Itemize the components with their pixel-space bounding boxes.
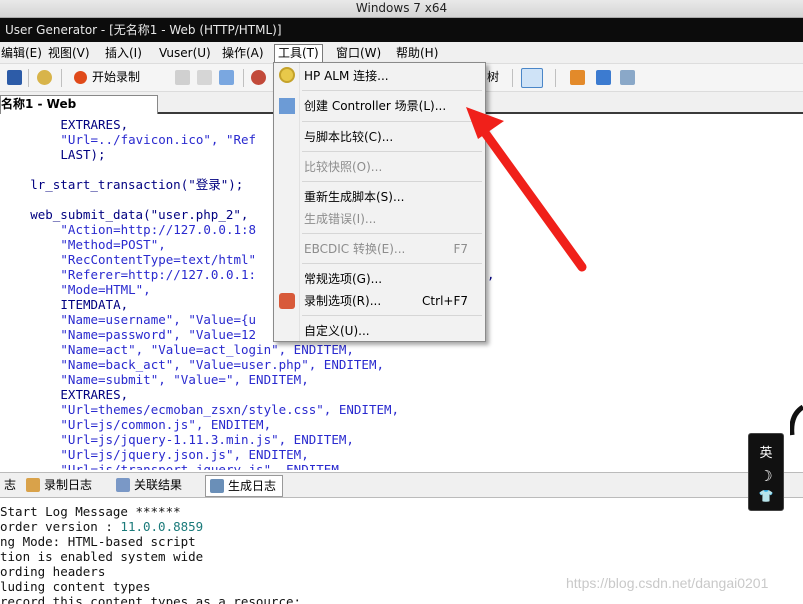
compare-icon[interactable] (620, 70, 635, 85)
code-line: web_submit_data("user.php_2", (30, 207, 249, 222)
app-title-bar: User Generator - [无名称1 - Web (HTTP/HTML)… (0, 18, 803, 42)
correlation-icon (116, 478, 130, 492)
menu-edit[interactable]: 编辑(E) (0, 45, 45, 62)
code-line: EXTRARES, (60, 387, 129, 402)
menu-view[interactable]: 视图(V) (45, 45, 93, 62)
code-line: EXTRARES, (60, 117, 129, 132)
watermark: https://blog.csdn.net/dangai0201 (566, 575, 769, 591)
tab-generation-log[interactable]: 生成日志 (205, 475, 284, 497)
recording-options-icon (279, 293, 295, 309)
code-line: "Name=back_act", "Value=user.php", ENDIT… (60, 357, 384, 372)
tab-recording-log[interactable]: 录制日志 (22, 475, 98, 497)
menu-tools[interactable]: 工具(T) (274, 44, 323, 64)
alm-icon (279, 67, 295, 83)
menu-item-alm-connect[interactable]: HP ALM 连接... (304, 66, 480, 86)
start-record-button[interactable]: 开始录制 (92, 70, 140, 85)
tab-script[interactable]: 名称1 - Web (HTTP/HTML) (0, 95, 158, 128)
menu-insert[interactable]: 插入(I) (102, 45, 145, 62)
ime-language-indicator[interactable]: 英 (749, 442, 783, 461)
stop-icon[interactable] (175, 70, 190, 85)
log-line: order version : 11.0.0.8859 (0, 519, 204, 534)
log-line: tion is enabled system wide (0, 549, 204, 564)
layout-toggle-icon[interactable] (521, 68, 543, 88)
moon-icon[interactable]: ☽ (749, 467, 783, 485)
log-line: Start Log Message ****** (0, 504, 181, 519)
output-tabs: 志 录制日志 关联结果 生成日志 (0, 472, 803, 498)
controller-icon (279, 98, 295, 114)
breakpoint-icon[interactable] (251, 70, 266, 85)
code-line: "Name=submit", "Value=", ENDITEM, (60, 372, 309, 387)
find-icon[interactable] (37, 70, 52, 85)
code-line: "Referer=http://127.0.0.1: (60, 267, 257, 282)
code-line: "Url=js/transport_jquery.js", ENDITEM, (60, 462, 347, 470)
log-icon (26, 478, 40, 492)
menu-vuser[interactable]: Vuser(U) (156, 45, 214, 62)
code-line: "Method=POST", (60, 237, 166, 252)
ime-edge-icon (790, 405, 803, 436)
code-line: "Url=js/common.js", ENDITEM, (60, 417, 272, 432)
code-line: "Name=act", "Value=act_login", ENDITEM, (60, 342, 354, 357)
pause-icon[interactable] (197, 70, 212, 85)
menu-help[interactable]: 帮助(H) (393, 45, 441, 62)
code-line: "Url=js/jquery.json.js", ENDITEM, (60, 447, 309, 462)
step-icon[interactable] (219, 70, 234, 85)
menu-window[interactable]: 窗口(W) (333, 45, 384, 62)
code-line: "RecContentType=text/html" (60, 252, 257, 267)
red-arrow-annotation (466, 107, 587, 272)
log-line: ng Mode: HTML-based script (0, 534, 196, 549)
code-line: "Url=../favicon.ico", "Ref (60, 132, 257, 147)
code-line: "Name=password", "Value=12 (60, 327, 257, 342)
menu-item-customize[interactable]: 自定义(U)... (304, 321, 480, 341)
code-line: "Mode=HTML", (60, 282, 151, 297)
tab-log[interactable]: 志 (0, 475, 22, 497)
menu-item-recording-options[interactable]: 录制选项(R)... Ctrl+F7 (304, 291, 480, 311)
host-window-title: Windows 7 x64 (0, 0, 803, 18)
code-line: "Name=username", "Value={u (60, 312, 257, 327)
shirt-icon[interactable]: 👕 (749, 489, 783, 503)
save-icon[interactable] (7, 70, 22, 85)
menu-bar: 编辑(E) 视图(V) 插入(I) Vuser(U) 操作(A) 工具(T) 窗… (0, 42, 803, 64)
tab-correlation-results[interactable]: 关联结果 (112, 475, 188, 497)
window-title: User Generator - [无名称1 - Web (HTTP/HTML)… (5, 23, 282, 37)
scenario-icon[interactable] (570, 70, 585, 85)
log-line: luding content types (0, 579, 151, 594)
generation-log-icon (210, 479, 224, 493)
code-line: "Url=themes/ecmoban_zsxn/style.css", END… (60, 402, 400, 417)
code-line: ITEMDATA, (60, 297, 129, 312)
log-line: ording headers (0, 564, 106, 579)
code-line: "Action=http://127.0.0.1:8 (60, 222, 257, 237)
record-icon[interactable] (74, 71, 87, 84)
menu-actions[interactable]: 操作(A) (219, 45, 267, 62)
code-line: "Url=js/jquery-1.11.3.min.js", ENDITEM, (60, 432, 354, 447)
log-line: record this content types as a resource: (0, 594, 302, 604)
snapshot-icon[interactable] (596, 70, 611, 85)
code-line: lr_start_transaction("登录"); (30, 177, 244, 192)
code-line: LAST); (60, 147, 106, 162)
ime-toolbar[interactable]: 英 ☽ 👕 (748, 433, 784, 511)
tree-view-label[interactable]: 树 (487, 70, 499, 85)
